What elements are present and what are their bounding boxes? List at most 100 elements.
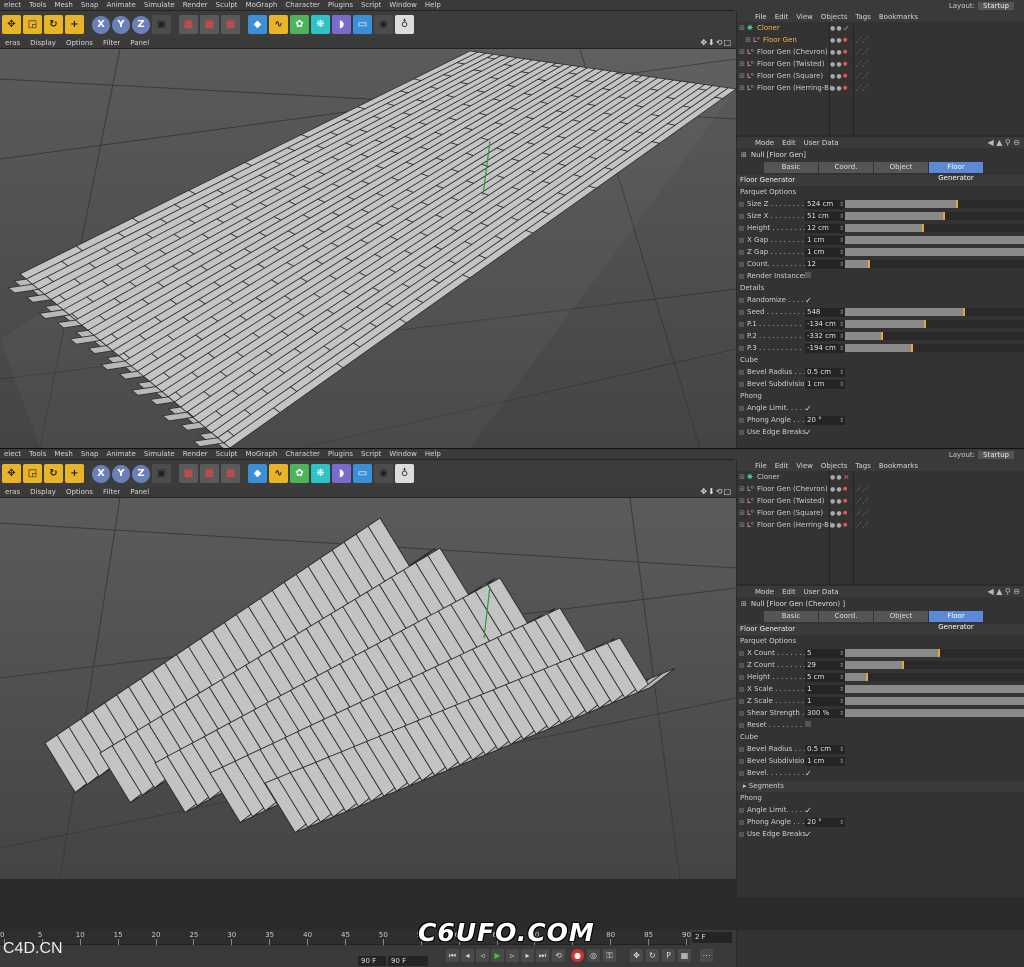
object-name[interactable]: Floor Gen (Herring-B) [757, 521, 837, 529]
expand-icon[interactable]: ⊞ [737, 24, 747, 32]
mograph-icon[interactable]: ❋ [311, 464, 330, 483]
object-menu-file[interactable]: File [751, 462, 771, 470]
scale-tool-icon[interactable]: ◲ [23, 464, 42, 483]
python-tag-icon[interactable]: ⋰⋰ [855, 48, 869, 56]
menu-elect[interactable]: elect [0, 450, 25, 458]
x-axis-icon[interactable]: X [92, 15, 110, 34]
attr-menu-user-data[interactable]: User Data [800, 588, 843, 596]
move-tool-icon[interactable]: ✥ [2, 464, 21, 483]
scene-icon[interactable]: ▭ [353, 15, 372, 34]
param-value-field[interactable]: -332 cm [805, 331, 845, 341]
menu-animate[interactable]: Animate [102, 1, 139, 9]
menu-plugins[interactable]: Plugins [324, 1, 357, 9]
y-axis-icon[interactable]: Y [112, 464, 130, 483]
layout-value[interactable]: Startup [978, 450, 1014, 459]
visibility-dots-icon[interactable]: ● ● [830, 85, 842, 92]
object-name[interactable]: Floor Gen (Chevron) [757, 485, 837, 493]
key-move-button[interactable]: ✥ [630, 949, 643, 962]
menu-animate[interactable]: Animate [102, 450, 139, 458]
timeline[interactable]: 0 5 10 15 20 25 30 35 40 45 50 55 60 65 70 75 80 85 90 2 F… [0, 930, 736, 967]
move-tool-icon[interactable]: ✥ [2, 15, 21, 34]
layout-value[interactable]: Startup [978, 1, 1014, 10]
python-tag-icon[interactable]: ⋰⋰ [855, 36, 869, 44]
visibility-dots-icon[interactable]: ● ● [830, 49, 842, 56]
status-dot-icon[interactable]: ● [843, 85, 847, 91]
menu-window[interactable]: Window [385, 450, 421, 458]
slider-knob[interactable] [943, 212, 946, 220]
object-name[interactable]: Floor Gen (Chevron) [757, 48, 837, 56]
menu-mograph[interactable]: MoGraph [242, 450, 282, 458]
checkbox-unchecked[interactable] [805, 272, 811, 278]
python-tag-icon[interactable]: ⋰⋰ [855, 509, 869, 517]
tab-basic[interactable]: Basic [764, 611, 818, 622]
light-icon[interactable]: ♁ [395, 464, 414, 483]
group-segments-collapsed[interactable]: ▸ Segments [737, 781, 1024, 792]
param-value-field[interactable]: -194 cm [805, 343, 845, 353]
key-rotate-button[interactable]: ↻ [646, 949, 659, 962]
object-name[interactable]: Cloner [757, 24, 837, 32]
deformer-icon[interactable]: ◗ [332, 464, 351, 483]
viewport-nav-icon[interactable]: ✥⬇⟲□ [700, 38, 732, 47]
param-value-field[interactable]: 1 cm [805, 379, 845, 389]
cube-icon[interactable]: ◆ [248, 15, 267, 34]
visibility-dots-icon[interactable]: ● ● [830, 498, 842, 505]
menu-snap[interactable]: Snap [77, 1, 103, 9]
slider-knob[interactable] [911, 344, 914, 352]
end-frame-field-b[interactable]: 90 F [388, 956, 428, 966]
viewport-menu-options[interactable]: Options [61, 39, 98, 47]
param-value-field[interactable]: 1 cm [805, 247, 845, 257]
status-dot-icon[interactable]: ● [843, 498, 847, 504]
object-name[interactable]: Floor Gen (Square) [757, 509, 837, 517]
menu-sculpt[interactable]: Sculpt [212, 1, 242, 9]
spline-icon[interactable]: ∿ [269, 15, 288, 34]
object-row[interactable]: ⊞ L⁰ Floor Gen (Square) ● ● ● ⋰⋰ [737, 70, 1024, 82]
menu-character[interactable]: Character [281, 1, 324, 9]
object-menu-view[interactable]: View [792, 462, 817, 470]
play-button[interactable]: ▶ [491, 949, 504, 962]
tab-coord-[interactable]: Coord. [819, 162, 873, 173]
python-tag-icon[interactable]: ⋰⋰ [855, 497, 869, 505]
object-menu-file[interactable]: File [751, 13, 771, 21]
mograph-icon[interactable]: ❋ [311, 15, 330, 34]
checkbox-checked-icon[interactable]: ✓ [805, 769, 812, 778]
add-tool-icon[interactable]: + [65, 15, 84, 34]
layout-selector[interactable]: Layout: Startup [734, 0, 1024, 11]
object-row[interactable]: ⊞ ❋ Cloner ● ● ✓ [737, 22, 1024, 34]
viewport-menu-display[interactable]: Display [25, 488, 61, 496]
menu-elect[interactable]: elect [0, 1, 25, 9]
deformer-icon[interactable]: ◗ [332, 15, 351, 34]
menu-tools[interactable]: Tools [25, 450, 50, 458]
goto-start-button[interactable]: ⏮ [446, 949, 459, 962]
object-menu-edit[interactable]: Edit [771, 13, 793, 21]
y-axis-icon[interactable]: Y [112, 15, 130, 34]
python-tag-icon[interactable]: ⋰⋰ [855, 84, 869, 92]
camera-icon[interactable]: ◉ [374, 15, 393, 34]
param-slider[interactable] [845, 709, 1024, 717]
viewport-menu-options[interactable]: Options [61, 488, 98, 496]
viewport-menu-panel[interactable]: Panel [125, 39, 154, 47]
viewport-menu-eras[interactable]: eras [0, 39, 25, 47]
attr-menu-mode[interactable]: Mode [751, 139, 778, 147]
checkbox-checked-icon[interactable]: ✓ [805, 404, 812, 413]
enabled-check-icon[interactable]: ✓ [843, 24, 850, 33]
expand-icon[interactable]: ⊞ [737, 72, 747, 80]
coord-system-icon[interactable]: ▣ [152, 464, 171, 483]
keyframe-sel-button[interactable]: ⚿ [603, 949, 616, 962]
param-value-field[interactable]: -134 cm [805, 319, 845, 329]
param-slider[interactable] [845, 320, 1024, 328]
checkbox-checked-icon[interactable]: ✓ [805, 296, 812, 305]
scale-tool-icon[interactable]: ◲ [23, 15, 42, 34]
visibility-dots-icon[interactable]: ● ● [830, 486, 842, 493]
spline-icon[interactable]: ∿ [269, 464, 288, 483]
object-name[interactable]: Floor Gen (Square) [757, 72, 837, 80]
menu-simulate[interactable]: Simulate [140, 450, 179, 458]
param-slider[interactable] [845, 200, 1024, 208]
expand-icon[interactable]: ⊞ [737, 497, 747, 505]
x-axis-icon[interactable]: X [92, 464, 110, 483]
expand-icon[interactable]: ⊞ [737, 84, 747, 92]
tab-object[interactable]: Object [874, 611, 928, 622]
prev-key-button[interactable]: ◂ [461, 949, 474, 962]
key-grid-button[interactable]: ▦ [678, 949, 691, 962]
python-tag-icon[interactable]: ⋰⋰ [855, 72, 869, 80]
key-mode-button[interactable]: ⋯ [700, 949, 713, 962]
